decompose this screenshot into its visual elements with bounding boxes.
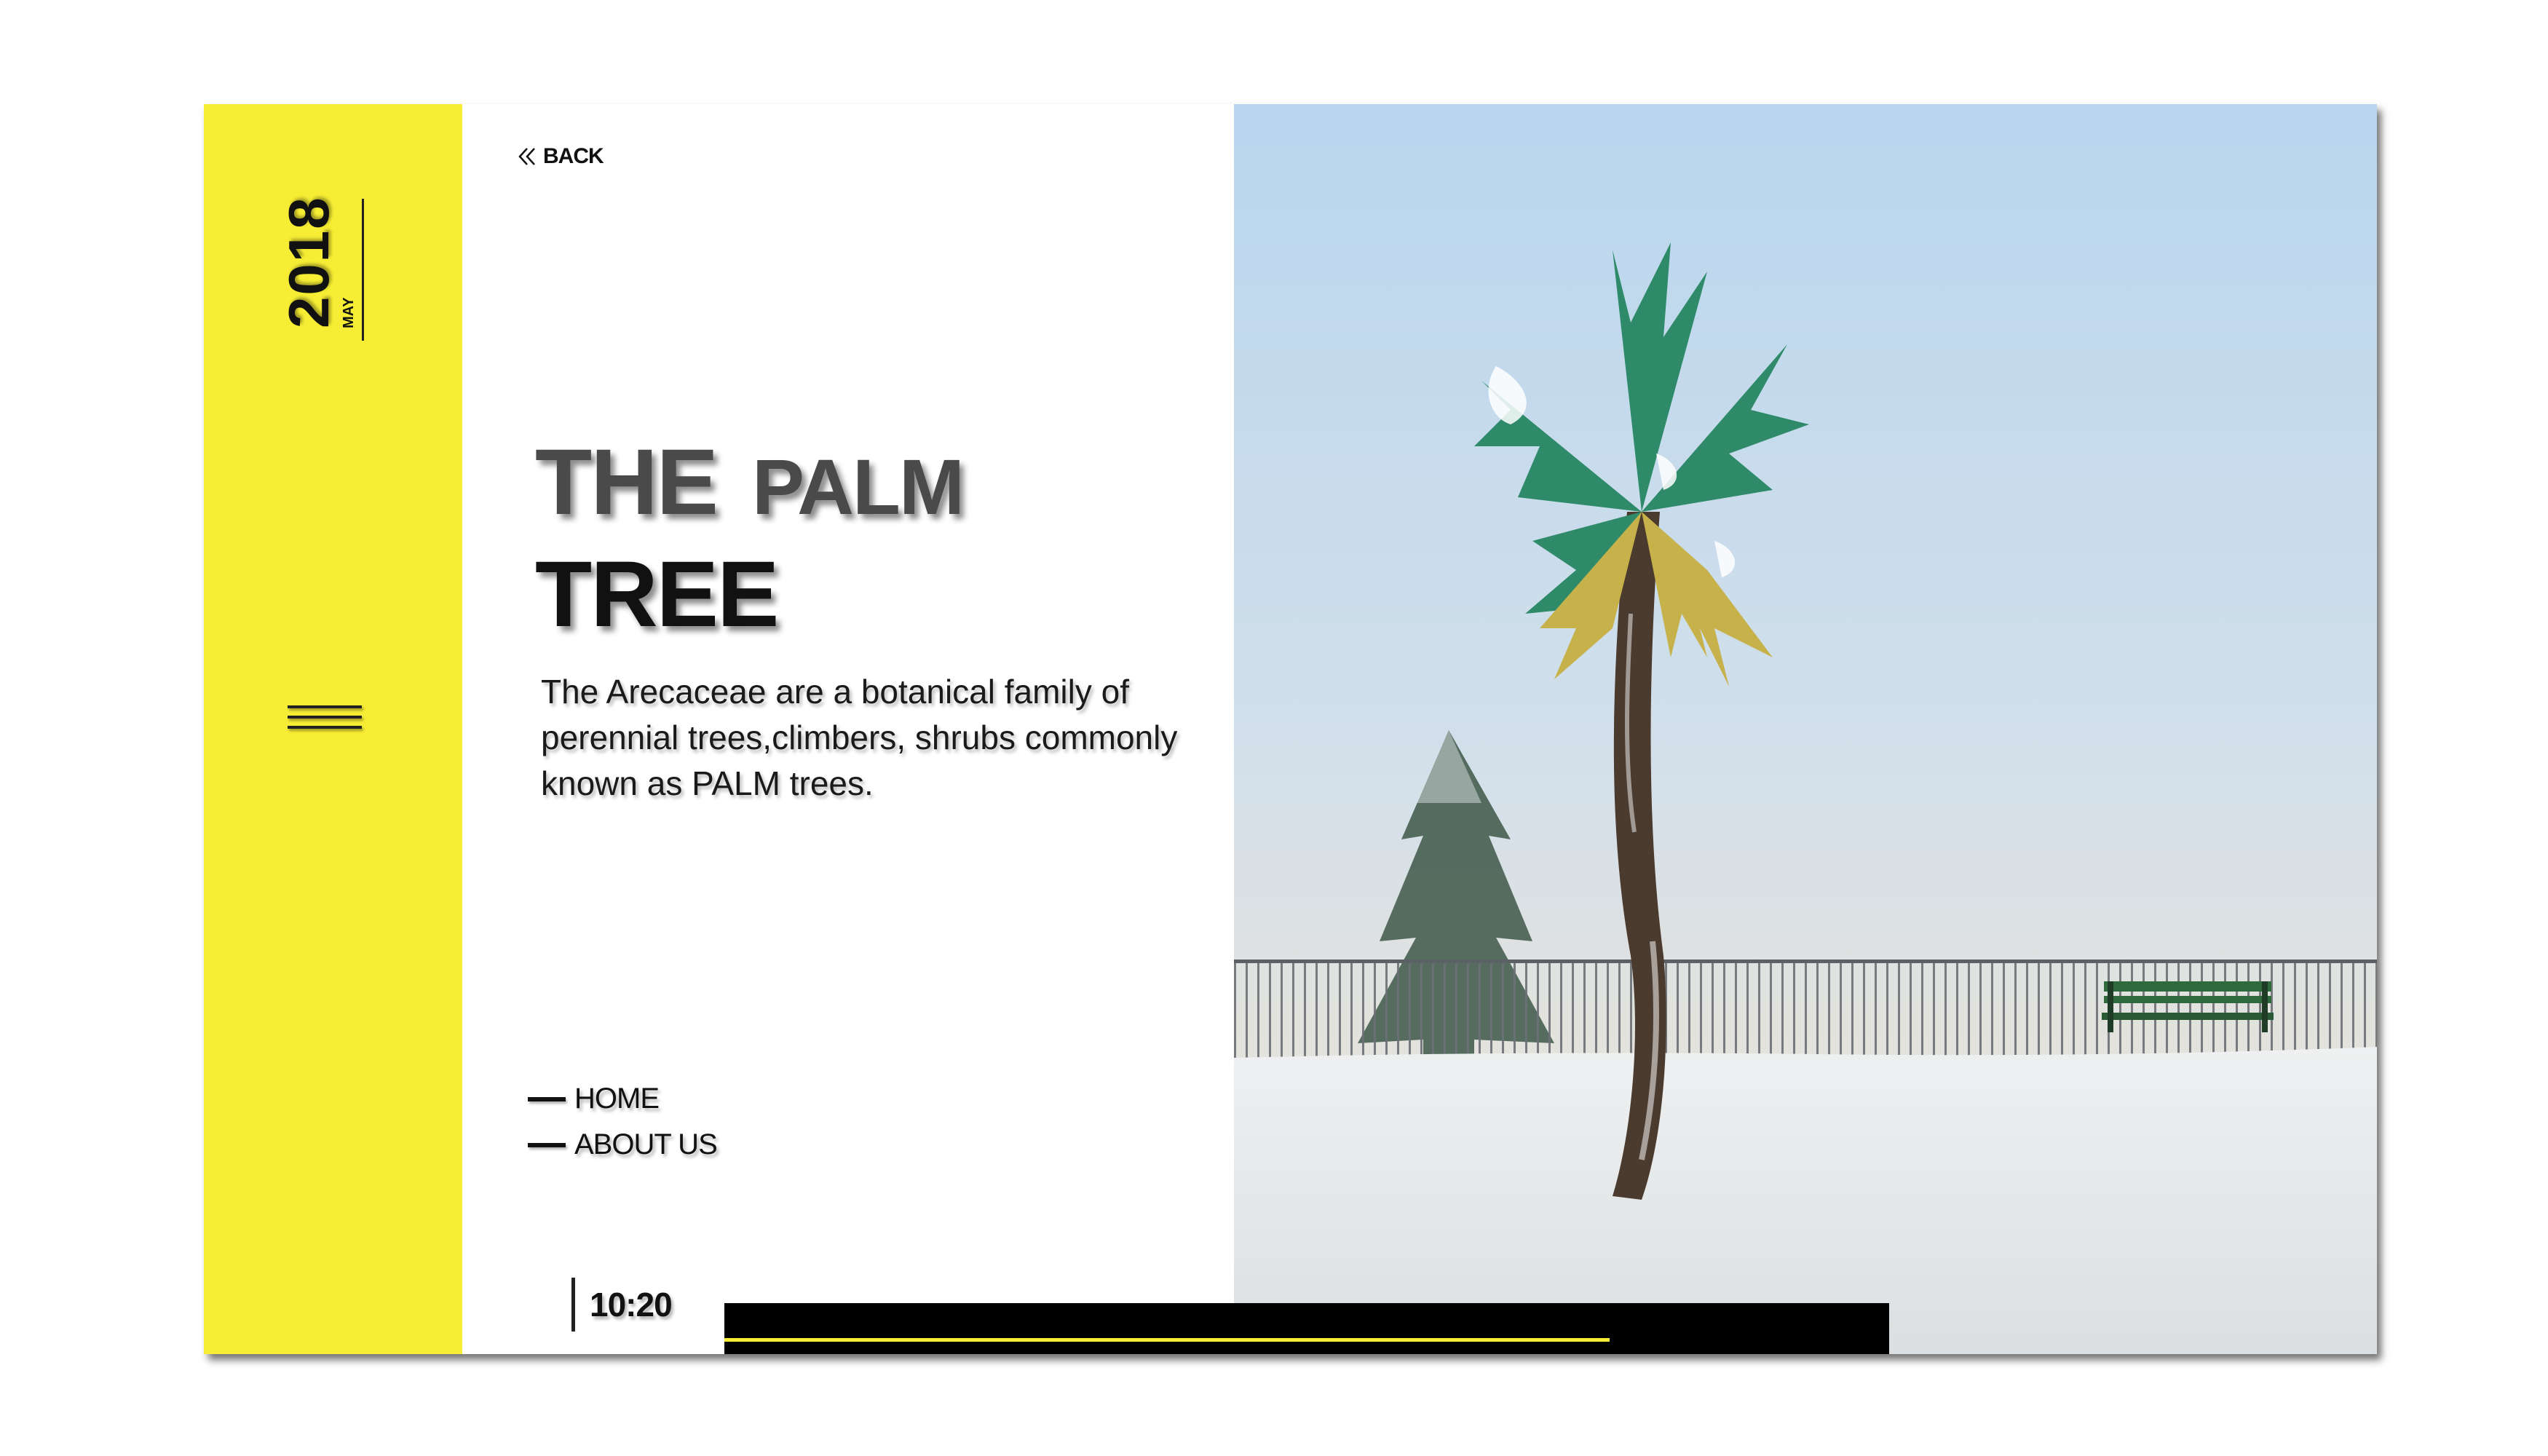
photo-illustration bbox=[1234, 104, 2377, 1354]
page-title-line-1: THE PALM bbox=[535, 436, 965, 531]
nav-label-about-us: ABOUT US bbox=[574, 1128, 718, 1160]
back-label: BACK bbox=[543, 144, 604, 168]
main-card: 2018 MAY BACK THE PALM TREE The Arecaceae… bbox=[204, 104, 2377, 1354]
year-label: 2018 bbox=[277, 196, 341, 328]
nav-menu: HOME ABOUT US bbox=[528, 1076, 718, 1168]
title-word-the: THE bbox=[535, 430, 719, 534]
date-block: 2018 MAY bbox=[277, 196, 364, 352]
back-button[interactable]: BACK bbox=[515, 141, 604, 173]
page-title-line-2: TREE bbox=[535, 542, 779, 646]
nav-dash bbox=[528, 1096, 566, 1101]
time-divider bbox=[571, 1278, 575, 1332]
menu-line bbox=[288, 716, 362, 719]
time-display: 10:20 bbox=[571, 1278, 673, 1332]
menu-line bbox=[288, 726, 362, 729]
description-text: The Arecaceae are a botanical family of … bbox=[541, 673, 1178, 802]
nav-label-home: HOME bbox=[574, 1083, 660, 1115]
palm-tree-in-snow-image bbox=[1234, 104, 2377, 1354]
date-divider bbox=[362, 199, 364, 341]
nav-dash bbox=[528, 1142, 566, 1147]
progress-bar[interactable] bbox=[724, 1303, 1889, 1354]
progress-fill bbox=[724, 1338, 1610, 1342]
title-word-palm: PALM bbox=[752, 443, 965, 531]
nav-item-about-us[interactable]: ABOUT US bbox=[528, 1122, 718, 1168]
sidebar: 2018 MAY bbox=[204, 104, 462, 1354]
time-label: 10:20 bbox=[590, 1286, 673, 1324]
nav-item-home[interactable]: HOME bbox=[528, 1076, 717, 1122]
month-label: MAY bbox=[341, 297, 357, 328]
menu-line bbox=[288, 705, 362, 708]
hamburger-menu-icon[interactable] bbox=[288, 703, 362, 735]
double-chevron-left-icon bbox=[518, 148, 535, 165]
